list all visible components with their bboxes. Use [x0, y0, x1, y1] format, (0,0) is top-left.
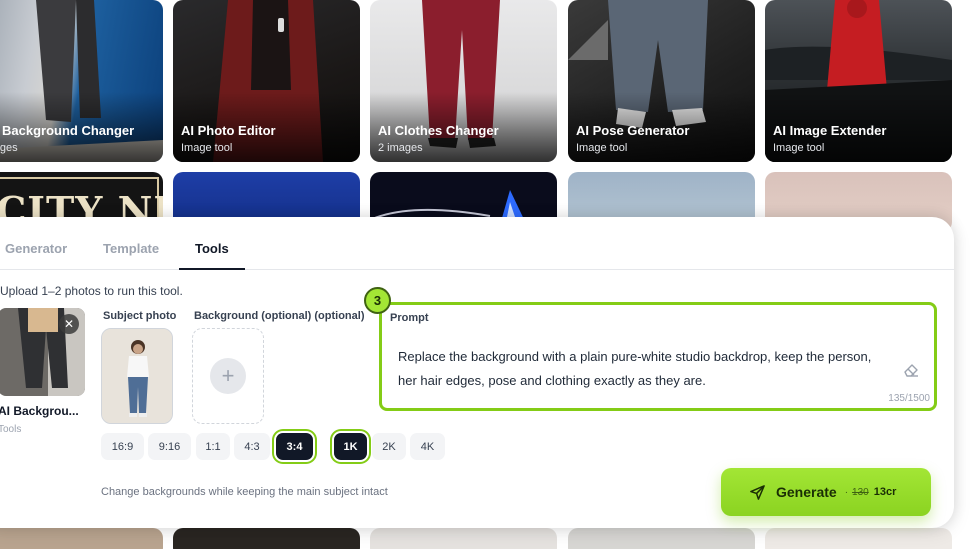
ratio-1-1[interactable]: 1:1: [196, 433, 230, 460]
tab-generator[interactable]: Generator: [5, 241, 67, 256]
gallery-card-ai-clothes-changer[interactable]: AI Clothes Changer 2 images: [370, 0, 557, 162]
gallery-tile-bottom-1[interactable]: [0, 528, 163, 549]
gallery-tile-bottom-5[interactable]: [765, 528, 952, 549]
prompt-field[interactable]: Prompt Replace the background with a pla…: [379, 302, 937, 411]
tab-template[interactable]: Template: [103, 241, 159, 256]
reference-tool-title: AI Backgrou...: [0, 404, 79, 418]
card-title: AI Pose Generator: [576, 123, 690, 138]
tab-tools[interactable]: Tools: [195, 241, 229, 256]
close-icon[interactable]: ✕: [59, 314, 79, 334]
card-title: AI Photo Editor: [181, 123, 276, 138]
card-subtitle: 2 images: [0, 142, 18, 154]
ratio-9-16[interactable]: 9:16: [148, 433, 191, 460]
gallery-tile-bottom-3[interactable]: [370, 528, 557, 549]
generate-button[interactable]: Generate · 130 13cr: [721, 468, 931, 516]
panel-tabs: Generator Template Tools: [0, 217, 954, 270]
card-title: Background Changer: [2, 123, 135, 138]
background-upload-slot[interactable]: +: [192, 328, 264, 424]
new-cost: 13cr: [873, 486, 897, 498]
subject-photo-slot[interactable]: [101, 328, 173, 424]
gallery-card-background-changer[interactable]: Background Changer 2 images: [0, 0, 163, 162]
subject-photo-label: Subject photo: [103, 310, 177, 322]
prompt-label: Prompt: [390, 312, 429, 324]
ratio-4-3[interactable]: 4:3: [234, 433, 270, 460]
card-title: AI Image Extender: [773, 123, 887, 138]
gallery-card-ai-photo-editor[interactable]: AI Photo Editor Image tool: [173, 0, 360, 162]
prompt-text[interactable]: Replace the background with a plain pure…: [398, 345, 888, 393]
gallery-card-ai-image-extender[interactable]: AI Image Extender Image tool: [765, 0, 952, 162]
ratio-16-9[interactable]: 16:9: [101, 433, 144, 460]
card-subtitle: Image tool: [773, 142, 825, 154]
active-tab-indicator: [179, 268, 245, 270]
tool-description: Change backgrounds while keeping the mai…: [101, 486, 388, 498]
upload-hint: Upload 1–2 photos to run this tool.: [0, 284, 183, 298]
plus-icon: +: [210, 358, 246, 394]
step-badge: 3: [364, 287, 391, 314]
gallery-card-ai-pose-generator[interactable]: AI Pose Generator Image tool: [568, 0, 755, 162]
card-title: AI Clothes Changer: [378, 123, 499, 138]
ratio-3-4[interactable]: 3:4: [276, 433, 313, 460]
card-subtitle: 2 images: [378, 142, 423, 154]
card-subtitle: Image tool: [181, 142, 233, 154]
resolution-1k[interactable]: 1K: [334, 433, 367, 460]
card-subtitle: Image tool: [576, 142, 628, 154]
resolution-4k[interactable]: 4K: [410, 433, 445, 460]
background-label: Background (optional) (optional): [194, 310, 365, 322]
generate-label: Generate: [776, 484, 837, 500]
cost-separator: ·: [844, 486, 849, 498]
gallery-tile-bottom-2[interactable]: [173, 528, 360, 549]
gallery-tile-bottom-4[interactable]: [568, 528, 755, 549]
reference-tool-subtitle: Tools: [0, 424, 22, 435]
send-icon: [750, 484, 765, 500]
subject-photo: [102, 329, 172, 423]
eraser-icon[interactable]: [902, 361, 920, 379]
prompt-char-count: 135/1500: [888, 393, 930, 404]
resolution-2k[interactable]: 2K: [372, 433, 406, 460]
old-cost: 130: [852, 486, 869, 498]
